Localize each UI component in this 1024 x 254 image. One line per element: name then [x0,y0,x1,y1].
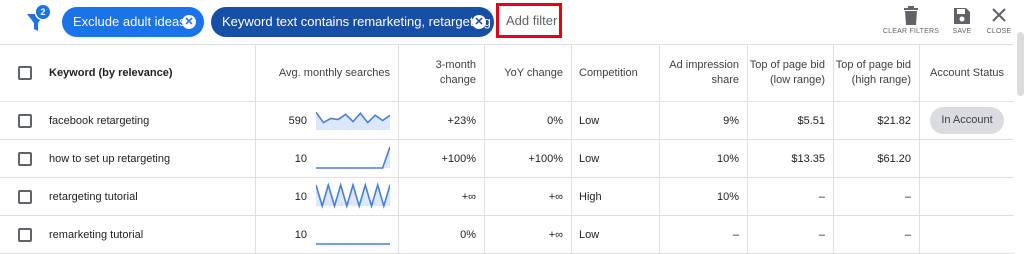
bid-low-value: $13.35 [747,140,833,177]
select-all-checkbox[interactable] [18,66,32,80]
yoy-change-value: +∞ [484,216,571,253]
header-account-status[interactable]: Account Status [919,45,1014,101]
header-top-bid-low[interactable]: Top of page bid (low range) [747,45,833,101]
table-row: how to set up retargeting 10 +100% +100%… [0,140,1014,178]
three-month-change-value: +∞ [398,178,484,215]
three-month-change-value: +100% [398,140,484,177]
filter-chip-keyword-text[interactable]: Keyword text contains remarketing, retar… [211,7,494,37]
save-button[interactable]: SAVE [947,6,977,35]
status-cell [919,140,1014,177]
bid-high-value: – [833,216,919,253]
avg-searches-value: 10 [294,228,307,241]
header-avg-monthly-searches[interactable]: Avg. monthly searches [255,45,398,101]
three-month-change-value: +23% [398,102,484,139]
table-header-row: Keyword (by relevance) Avg. monthly sear… [0,45,1014,102]
filter-chip-label: Exclude adult ideas [73,14,186,29]
yoy-change-value: +100% [484,140,571,177]
competition-value: Low [571,140,659,177]
keyword-cell: remarketing tutorial [49,228,144,241]
header-yoy-change[interactable]: YoY change [484,45,571,101]
header-competition[interactable]: Competition [571,45,659,101]
header-ad-impression-share[interactable]: Ad impression share [659,45,747,101]
filter-bar: 2 Exclude adult ideas ✕ Keyword text con… [0,0,1024,44]
bid-high-value: $61.20 [833,140,919,177]
bid-high-value: $21.82 [833,102,919,139]
trend-sparkline [316,111,390,130]
keyword-cell: how to set up retargeting [49,152,171,165]
status-badge: In Account [930,107,1004,134]
competition-value: Low [571,216,659,253]
header-top-bid-high[interactable]: Top of page bid (high range) [833,45,919,101]
row-checkbox[interactable] [18,151,32,166]
keyword-cell: facebook retargeting [49,114,150,127]
save-label: SAVE [952,28,972,35]
trend-sparkline [316,146,390,169]
avg-searches-value: 590 [288,114,307,127]
bid-low-value: $5.51 [747,102,833,139]
status-cell [919,216,1014,253]
keyword-cell: retargeting tutorial [49,190,138,203]
yoy-change-value: +∞ [484,178,571,215]
header-keyword[interactable]: Keyword (by relevance) [42,45,255,101]
clear-filters-button[interactable]: CLEAR FILTERS [882,6,940,35]
add-filter-button[interactable]: Add filter [496,3,562,38]
impression-share-value: 9% [659,102,747,139]
close-icon [992,8,1006,22]
yoy-change-value: 0% [484,102,571,139]
row-checkbox[interactable] [18,227,32,242]
impression-share-value: 10% [659,140,747,177]
bid-low-value: – [747,216,833,253]
trash-icon [904,6,918,25]
avg-searches-value: 10 [294,152,307,165]
trend-sparkline [316,182,390,209]
close-button[interactable]: CLOSE [983,6,1015,35]
impression-share-value: 10% [659,178,747,215]
close-label: CLOSE [986,28,1012,35]
bid-high-value: – [833,178,919,215]
sparkline-line [316,146,390,169]
filter-count-badge: 2 [36,5,50,19]
table-row: retargeting tutorial 10 +∞ +∞ High 10% –… [0,178,1014,216]
filter-chip-exclude-adult[interactable]: Exclude adult ideas ✕ [62,7,204,37]
header-3-month-change[interactable]: 3-month change [398,45,484,101]
impression-share-value: – [659,216,747,253]
avg-searches-value: 10 [294,190,307,203]
save-icon [954,8,970,24]
table-row: facebook retargeting 590 +23% 0% Low 9% … [0,102,1014,140]
vertical-scrollbar[interactable] [1017,32,1024,96]
row-checkbox[interactable] [18,189,32,204]
table-row: remarketing tutorial 10 0% +∞ Low – – – [0,216,1014,254]
keyword-ideas-table: Keyword (by relevance) Avg. monthly sear… [0,44,1014,254]
close-icon[interactable]: ✕ [472,15,486,29]
filter-chip-label: Keyword text contains remarketing, retar… [222,14,491,29]
clear-filters-label: CLEAR FILTERS [882,28,940,35]
competition-value: High [571,178,659,215]
competition-value: Low [571,102,659,139]
row-checkbox[interactable] [18,113,32,128]
three-month-change-value: 0% [398,216,484,253]
close-icon[interactable]: ✕ [182,15,196,29]
status-cell [919,178,1014,215]
bid-low-value: – [747,178,833,215]
sparkline-area [316,147,390,168]
